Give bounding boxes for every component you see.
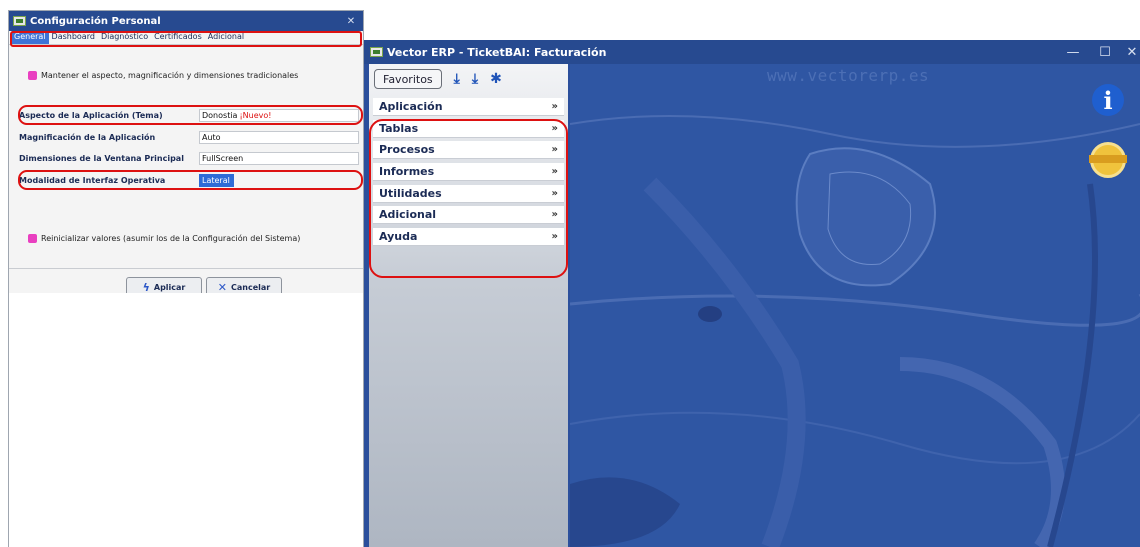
side-menu-panel: Favoritos ⤓ ⤓ ✱ Aplicación » Tablas » Pr…	[369, 64, 568, 547]
favorites-button[interactable]: Favoritos	[374, 69, 442, 89]
config-title-bar[interactable]: Configuración Personal ✕	[9, 11, 363, 31]
theme-row: Aspecto de la Aplicación (Tema) Donostia…	[14, 108, 366, 122]
menu-item-label: Procesos	[379, 143, 435, 157]
watermark-url: www.vectorerp.es	[767, 66, 930, 85]
desktop-background: www.vectorerp.es i	[570, 64, 1140, 547]
tab-diagnostico[interactable]: Diagnóstico	[98, 31, 151, 44]
cancel-label: Cancelar	[231, 282, 271, 292]
menu-item-procesos[interactable]: Procesos »	[373, 141, 564, 160]
download-alt-icon[interactable]: ⤓	[472, 71, 478, 87]
menu-item-tablas[interactable]: Tablas »	[373, 119, 564, 138]
download-icon[interactable]: ⤓	[454, 71, 460, 87]
close-icon[interactable]: ✕	[1116, 40, 1140, 64]
menu-item-label: Utilidades	[379, 186, 442, 200]
main-window-title: Vector ERP - TicketBAI: Facturación	[387, 45, 607, 59]
app-logo-icon	[370, 47, 383, 57]
apply-label: Aplicar	[153, 282, 186, 292]
certification-badge-icon[interactable]	[1089, 142, 1127, 178]
tab-adicional[interactable]: Adicional	[205, 31, 247, 44]
tab-general[interactable]: General	[11, 31, 49, 44]
chevron-down-icon: »	[551, 144, 558, 156]
config-body: General Dashboard Diagnóstico Certificad…	[9, 31, 366, 297]
chevron-down-icon: »	[551, 209, 558, 221]
chevron-down-icon: »	[551, 166, 558, 178]
dimensions-select[interactable]: FullScreen	[199, 151, 359, 165]
theme-value: Donostia	[202, 110, 238, 120]
tools-icon[interactable]: ✱	[490, 71, 502, 87]
chevron-down-icon: »	[551, 122, 558, 134]
magnification-row: Magnificación de la Aplicación Auto	[14, 130, 366, 144]
menu-item-label: Tablas	[379, 121, 419, 135]
menu-item-aplicacion[interactable]: Aplicación »	[373, 98, 564, 116]
menu-item-label: Aplicación	[379, 100, 443, 113]
chevron-down-icon: »	[551, 101, 558, 112]
theme-label: Aspecto de la Aplicación (Tema)	[19, 110, 163, 120]
config-dialog-title: Configuración Personal	[30, 15, 161, 27]
dimensions-label: Dimensiones de la Ventana Principal	[19, 153, 184, 163]
reset-label: Reinicializar valores (asumir los de la …	[41, 234, 301, 243]
minimize-icon[interactable]: —	[1057, 40, 1089, 64]
magnification-select[interactable]: Auto	[199, 130, 359, 144]
interface-mode-row: Modalidad de Interfaz Operativa Lateral	[14, 173, 366, 187]
reset-checkbox[interactable]: Reinicializar valores (asumir los de la …	[28, 234, 300, 243]
dimensions-row: Dimensiones de la Ventana Principal Full…	[14, 151, 366, 165]
chevron-down-icon: »	[551, 231, 558, 243]
info-icon[interactable]: i	[1092, 84, 1124, 116]
menu-accordion: Aplicación » Tablas » Procesos » Informe…	[373, 98, 564, 250]
config-empty-area	[9, 293, 363, 547]
side-toolbar: Favoritos ⤓ ⤓ ✱	[374, 68, 502, 90]
tab-certificados[interactable]: Certificados	[151, 31, 205, 44]
main-title-bar[interactable]: Vector ERP - TicketBAI: Facturación — ☐ …	[364, 40, 1140, 64]
divider	[9, 268, 363, 269]
lightning-icon: ϟ	[142, 280, 150, 294]
menu-item-label: Adicional	[379, 208, 437, 222]
menu-item-adicional[interactable]: Adicional »	[373, 206, 564, 225]
interface-mode-select[interactable]: Lateral	[199, 173, 234, 187]
magnification-label: Magnificación de la Aplicación	[19, 132, 156, 142]
menu-item-ayuda[interactable]: Ayuda »	[373, 228, 564, 247]
chevron-down-icon: »	[551, 187, 558, 199]
close-icon[interactable]: ✕	[339, 11, 363, 31]
config-tabs: General Dashboard Diagnóstico Certificad…	[9, 31, 363, 45]
menu-item-informes[interactable]: Informes »	[373, 163, 564, 182]
keep-traditional-label: Mantener el aspecto, magnificación y dim…	[41, 71, 299, 80]
keep-traditional-checkbox[interactable]: Mantener el aspecto, magnificación y dim…	[28, 71, 298, 80]
new-badge: ¡Nuevo!	[239, 110, 272, 120]
map-background	[570, 64, 1140, 547]
checkbox-icon[interactable]	[28, 234, 37, 243]
app-logo-icon	[13, 16, 26, 26]
theme-select[interactable]: Donostia ¡Nuevo!	[199, 108, 359, 122]
close-icon: ✕	[217, 280, 227, 294]
menu-item-label: Ayuda	[379, 230, 418, 244]
menu-item-utilidades[interactable]: Utilidades »	[373, 184, 564, 203]
main-window: Vector ERP - TicketBAI: Facturación — ☐ …	[364, 40, 1140, 547]
checkbox-icon[interactable]	[28, 71, 37, 80]
menu-item-label: Informes	[379, 165, 435, 179]
tab-dashboard[interactable]: Dashboard	[49, 31, 98, 44]
interface-mode-label: Modalidad de Interfaz Operativa	[19, 175, 166, 185]
config-dialog: Configuración Personal ✕ General Dashboa…	[8, 10, 364, 547]
